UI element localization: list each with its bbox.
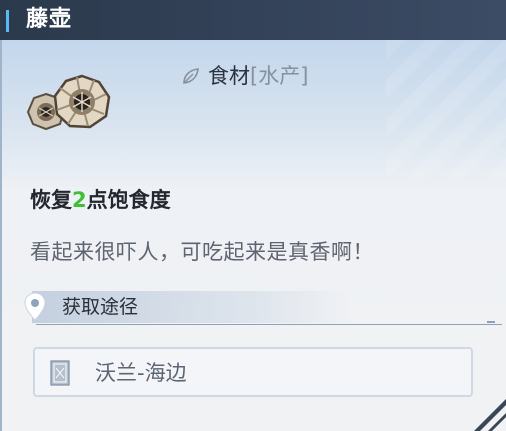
item-category: 食材 [水产]	[180, 60, 308, 92]
effect-value: 2	[72, 188, 87, 212]
panel-edge	[0, 40, 2, 431]
effect-suffix: 点饱食度	[86, 188, 171, 212]
barnacle-icon	[26, 74, 111, 131]
location-pin-icon	[24, 292, 46, 321]
source-label: 获取途径	[62, 296, 139, 318]
item-effect: 恢复2点饱食度	[30, 184, 171, 216]
corner-decoration	[474, 399, 506, 431]
effect-prefix: 恢复	[30, 188, 72, 212]
source-location-text: 沃兰-海边	[95, 361, 187, 385]
map-scroll-icon	[50, 360, 70, 386]
source-location-item[interactable]: 沃兰-海边	[33, 347, 473, 397]
source-header: 获取途径	[16, 291, 502, 325]
header-accent-bar	[6, 10, 9, 32]
category-sublabel: [水产]	[250, 64, 309, 88]
divider-dash	[487, 321, 495, 323]
item-detail-panel: 藤壶 食材 [水产] 恢复2点饱食度 看起来很吓人，可吃起来是真香啊！ 获取途径…	[0, 0, 506, 431]
item-description: 看起来很吓人，可吃起来是真香啊！	[30, 240, 374, 264]
leaf-category-icon	[183, 68, 199, 84]
decorative-stripes	[386, 40, 506, 180]
item-title: 藤壶	[26, 7, 73, 32]
source-divider	[36, 324, 502, 325]
category-label: 食材	[208, 64, 250, 88]
header: 藤壶	[0, 0, 506, 40]
